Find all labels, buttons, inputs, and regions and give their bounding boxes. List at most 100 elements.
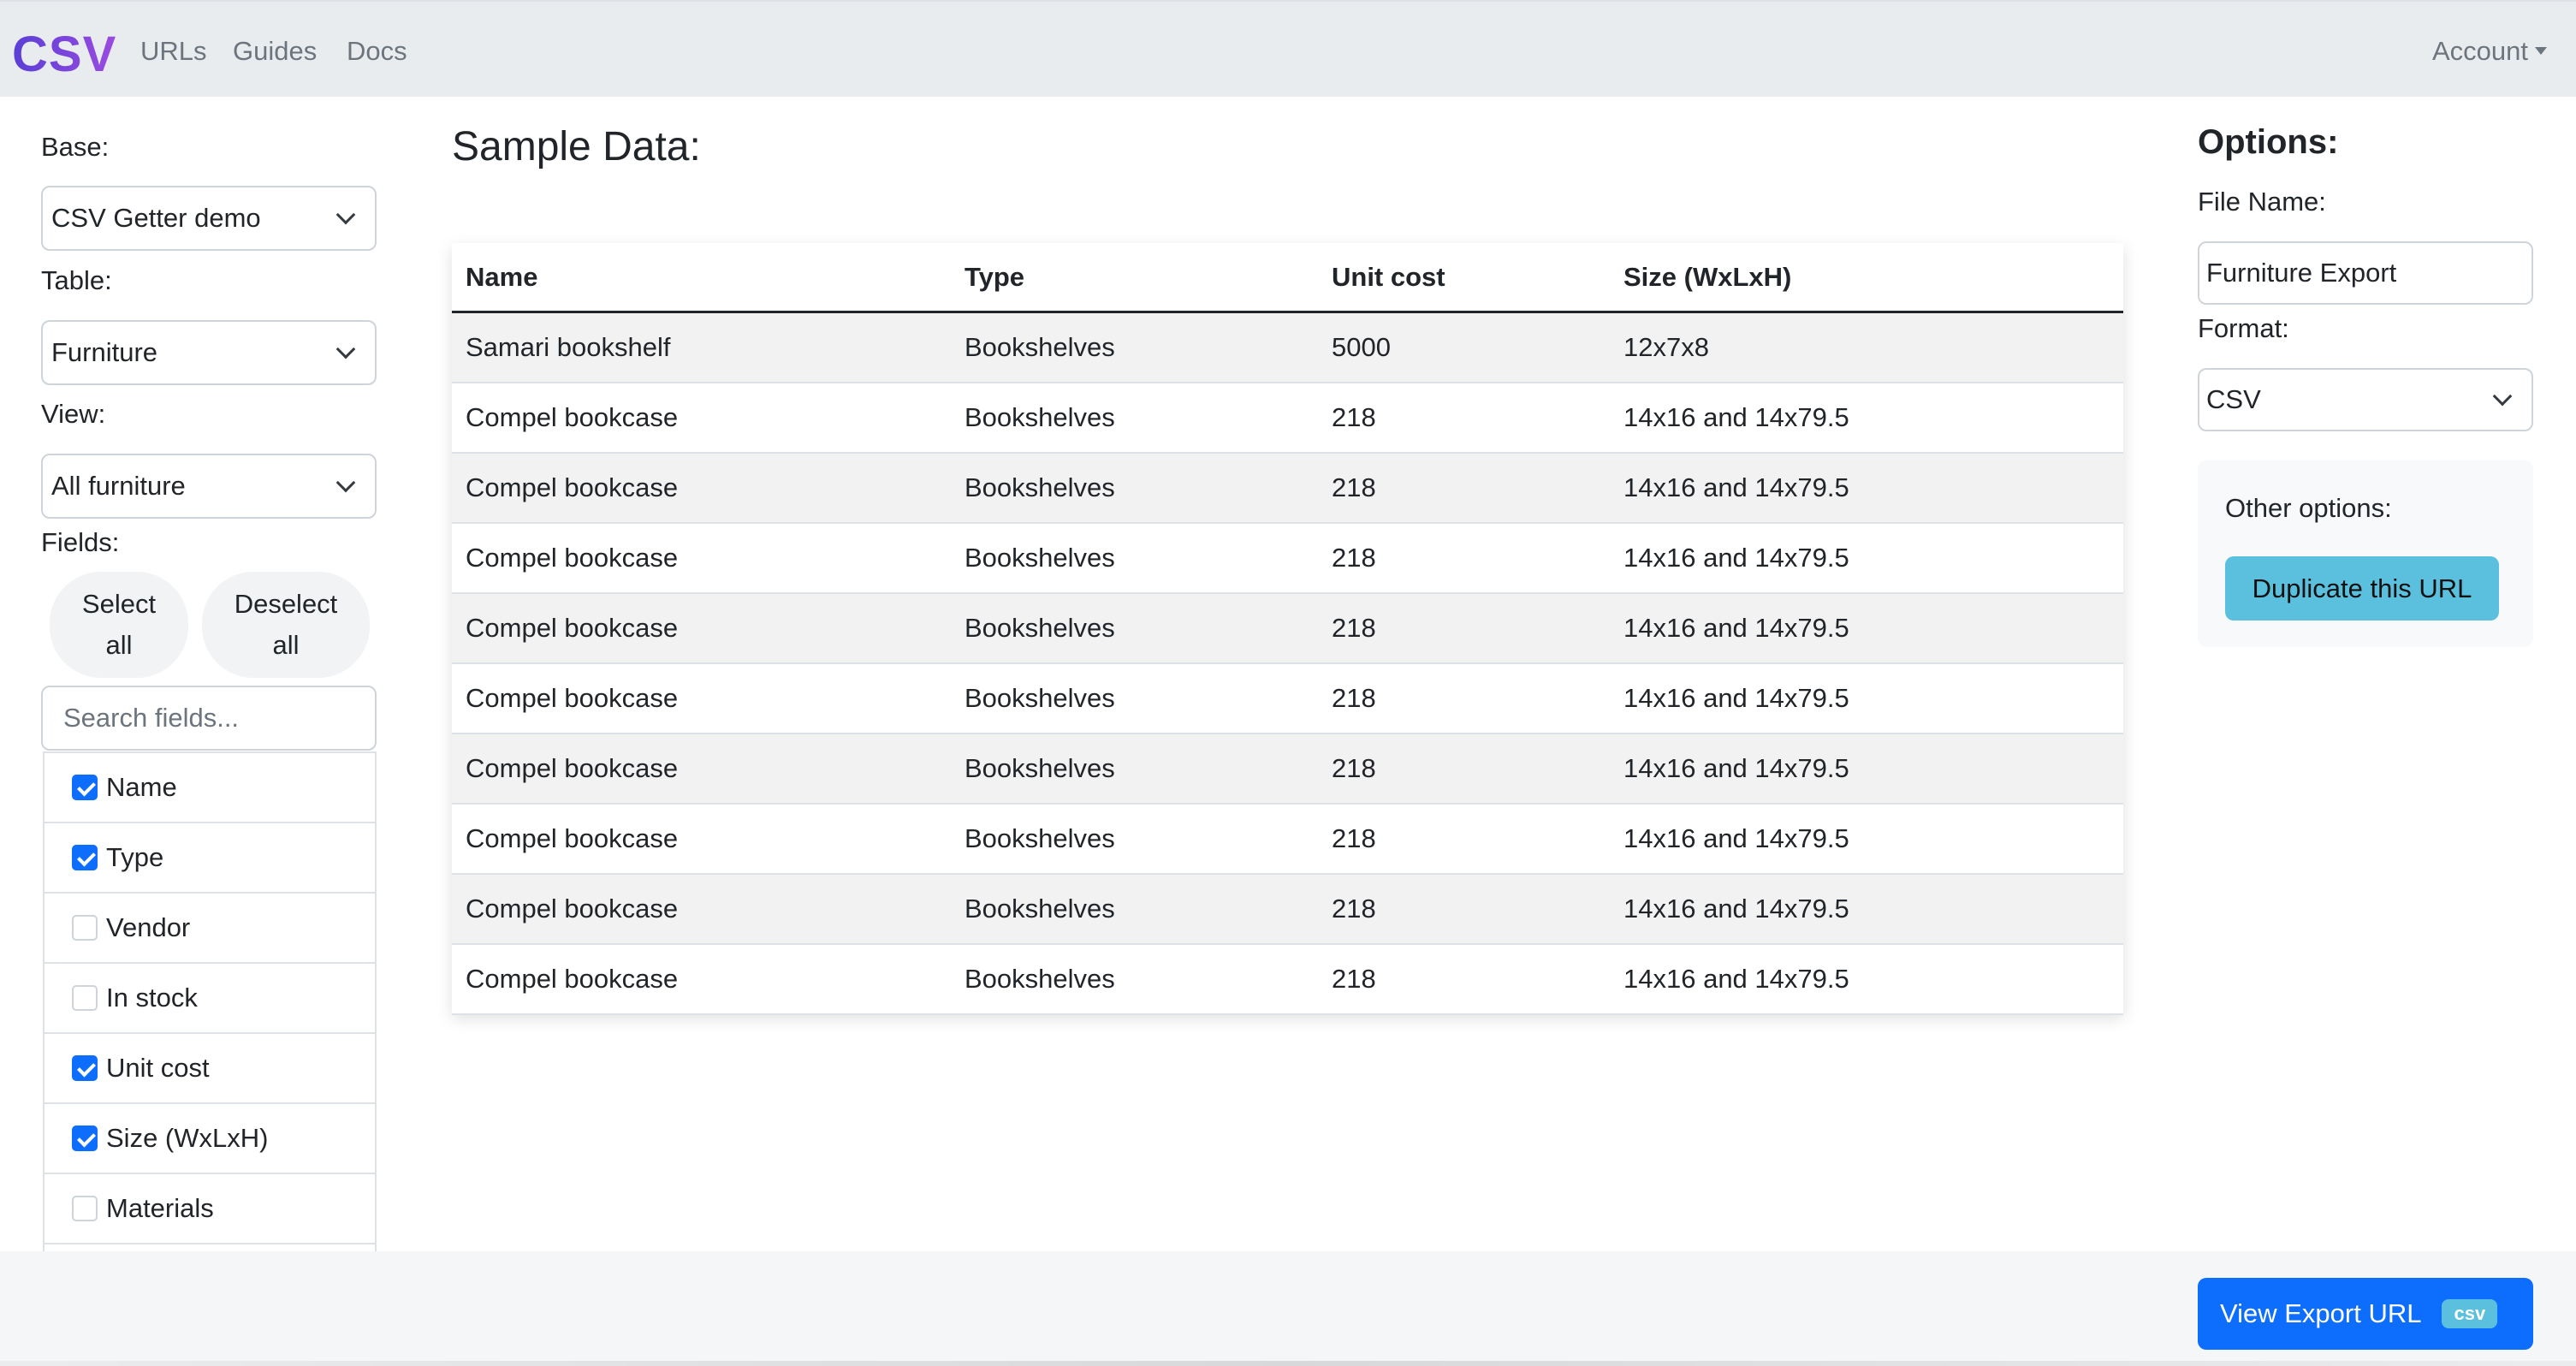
footer-shadow (0, 1361, 2576, 1366)
chevron-down-icon (335, 472, 356, 493)
cell-type: Bookshelves (965, 894, 1115, 924)
table-row: Compel bookcase Bookshelves 218 14x16 and 1… (452, 594, 2123, 664)
format-badge: csv (2442, 1299, 2498, 1328)
cell-name: Compel bookcase (466, 613, 679, 643)
cell-name: Compel bookcase (466, 472, 679, 502)
table-header: Name Type Unit cost Size (WxLxH) (452, 243, 2123, 313)
field-label: Name (106, 772, 177, 802)
view-export-url-button[interactable]: View Export URL csv (2198, 1278, 2533, 1350)
field-label: Size (WxLxH) (106, 1123, 269, 1153)
account-dropdown[interactable]: Account (2432, 36, 2547, 67)
cell-size: 14x16 and 14x79.5 (1623, 753, 1849, 783)
cell-type: Bookshelves (965, 613, 1115, 643)
column-header-size: Size (WxLxH) (1623, 261, 1792, 292)
field-item-vendor[interactable]: Vendor (45, 894, 375, 964)
cell-size: 14x16 and 14x79.5 (1623, 683, 1849, 713)
brand-logo[interactable]: CSV (12, 26, 116, 83)
cell-unit-cost: 218 (1332, 823, 1376, 853)
cell-size: 14x16 and 14x79.5 (1623, 472, 1849, 502)
search-fields-input[interactable] (41, 686, 377, 751)
cell-unit-cost: 218 (1332, 753, 1376, 783)
table-row: Samari bookshelf Bookshelves 5000 12x7x8 (452, 313, 2123, 383)
field-label: Materials (106, 1193, 214, 1223)
checkbox[interactable] (72, 845, 98, 870)
cell-name: Compel bookcase (466, 402, 679, 432)
field-label: In stock (106, 983, 198, 1013)
field-item-type[interactable]: Type (45, 823, 375, 894)
cell-unit-cost: 218 (1332, 472, 1376, 502)
cell-size: 14x16 and 14x79.5 (1623, 543, 1849, 573)
field-label: Vendor (106, 912, 191, 942)
cell-unit-cost: 218 (1332, 964, 1376, 994)
file-name-input[interactable]: Furniture Export (2198, 241, 2533, 305)
cell-name: Compel bookcase (466, 894, 679, 924)
checkbox[interactable] (72, 1055, 98, 1081)
checkbox[interactable] (72, 1125, 98, 1151)
checkbox[interactable] (72, 1196, 98, 1221)
other-options-label: Other options: (2225, 493, 2392, 523)
cell-size: 14x16 and 14x79.5 (1623, 402, 1849, 432)
nav-link-guides[interactable]: Guides (233, 36, 317, 67)
table-row: Compel bookcase Bookshelves 218 14x16 and 1… (452, 383, 2123, 454)
cell-unit-cost: 218 (1332, 543, 1376, 573)
cell-name: Samari bookshelf (466, 332, 671, 362)
table-row: Compel bookcase Bookshelves 218 14x16 and 1… (452, 734, 2123, 805)
cell-type: Bookshelves (965, 753, 1115, 783)
deselect-all-button[interactable]: Deselect all (202, 572, 370, 678)
cell-type: Bookshelves (965, 402, 1115, 432)
column-header-type: Type (965, 261, 1025, 292)
cell-type: Bookshelves (965, 823, 1115, 853)
chevron-down-icon (335, 205, 356, 225)
chevron-down-icon (335, 339, 356, 359)
cell-size: 12x7x8 (1623, 332, 1709, 362)
table-body: Samari bookshelf Bookshelves 5000 12x7x8 Com… (452, 313, 2123, 1015)
nav-link-docs[interactable]: Docs (347, 36, 407, 67)
cell-name: Compel bookcase (466, 683, 679, 713)
page-title: Sample Data: (452, 124, 701, 169)
duplicate-url-button[interactable]: Duplicate this URL (2225, 556, 2499, 621)
field-label: Type (106, 842, 164, 872)
view-select-value: All furniture (51, 471, 186, 501)
cell-unit-cost: 218 (1332, 894, 1376, 924)
cell-type: Bookshelves (965, 332, 1115, 362)
column-header-name: Name (466, 261, 538, 292)
deselect-all-label-line1: Deselect (234, 589, 338, 619)
sample-data-table: Name Type Unit cost Size (WxLxH) Samari … (452, 243, 2123, 1015)
cell-name: Compel bookcase (466, 753, 679, 783)
view-select[interactable]: All furniture (41, 454, 377, 519)
view-label: View: (41, 399, 106, 429)
base-select[interactable]: CSV Getter demo (41, 186, 377, 251)
checkbox[interactable] (72, 915, 98, 941)
checkbox[interactable] (72, 775, 98, 800)
cell-unit-cost: 218 (1332, 683, 1376, 713)
select-all-button[interactable]: Select all (50, 572, 188, 678)
format-label: Format: (2198, 313, 2289, 343)
fields-list: Name Type Vendor In stock Unit cost Size… (43, 751, 377, 1252)
format-select[interactable]: CSV (2198, 368, 2533, 431)
format-select-value: CSV (2206, 384, 2261, 414)
table-select[interactable]: Furniture (41, 320, 377, 385)
file-name-label: File Name: (2198, 187, 2326, 217)
cell-name: Compel bookcase (466, 543, 679, 573)
file-name-value: Furniture Export (2206, 258, 2397, 288)
cell-name: Compel bookcase (466, 964, 679, 994)
table-row: Compel bookcase Bookshelves 218 14x16 and 1… (452, 454, 2123, 524)
field-item-name[interactable]: Name (45, 753, 375, 823)
checkbox[interactable] (72, 985, 98, 1011)
select-all-label-line2: all (105, 630, 133, 660)
cell-size: 14x16 and 14x79.5 (1623, 964, 1849, 994)
nav-link-urls[interactable]: URLs (140, 36, 207, 67)
cell-unit-cost: 5000 (1332, 332, 1391, 362)
cell-type: Bookshelves (965, 683, 1115, 713)
base-label: Base: (41, 132, 110, 162)
cell-unit-cost: 218 (1332, 613, 1376, 643)
field-item-unit-cost[interactable]: Unit cost (45, 1034, 375, 1104)
cell-type: Bookshelves (965, 472, 1115, 502)
field-item-in-stock[interactable]: In stock (45, 964, 375, 1034)
select-all-label-line1: Select (81, 589, 157, 619)
footer-bar (0, 1251, 2576, 1366)
cell-size: 14x16 and 14x79.5 (1623, 894, 1849, 924)
table-row: Compel bookcase Bookshelves 218 14x16 and 1… (452, 664, 2123, 734)
field-item-size[interactable]: Size (WxLxH) (45, 1104, 375, 1174)
field-item-materials[interactable]: Materials (45, 1174, 375, 1244)
